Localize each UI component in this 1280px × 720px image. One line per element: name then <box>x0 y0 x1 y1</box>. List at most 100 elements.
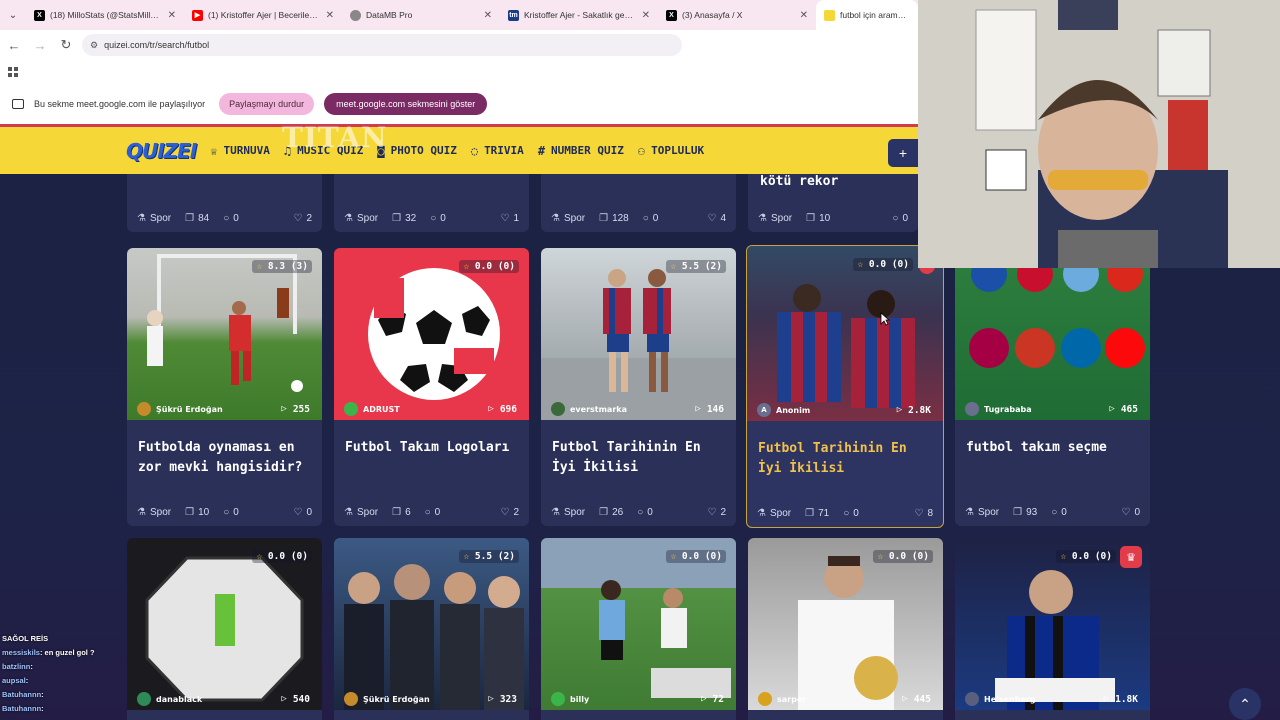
quiz-card[interactable]: kötü rekor ⚗ Spor ❐ 10 ○ 0 <box>748 174 918 232</box>
heart-icon: ♡ <box>293 212 303 224</box>
site-header: TITAN QUIZEI ♕ TURNUVA ♫ MUSIC QUIZ ◙ PHOTO… <box>0 121 918 174</box>
chat-line: Batuhannn: <box>2 704 44 713</box>
rating-badge: ☆ 0.0 (0) <box>1056 550 1116 563</box>
browser-tab[interactable]: X (3) Anasayfa / X ✕ <box>658 0 816 30</box>
url-input[interactable]: ⚙ quizei.com/tr/search/futbol <box>82 34 682 56</box>
forward-icon[interactable]: → <box>28 33 52 57</box>
quiz-thumbnail[interactable]: ☆ 0.0 (0) ADRUST ▷ 696 <box>334 248 529 420</box>
card-title[interactable]: futbol takım seçme <box>955 420 1150 498</box>
author-chip[interactable]: billy <box>551 688 589 710</box>
quiz-card[interactable]: ⚗ Spor ❐ 128 ○ 0 ♡ 4 <box>541 174 736 232</box>
chat-line: aupsal: <box>2 676 29 685</box>
quiz-card[interactable]: Tugrababa ▷ 465 futbol takım seçme ⚗ Spor … <box>955 248 1150 526</box>
x-icon: X <box>666 9 677 21</box>
quiz-card[interactable]: ☆ 0.0 (0) billy ▷ 72 <box>541 538 736 720</box>
questions-icon: ❐ <box>806 212 816 224</box>
browser-tab[interactable]: ▶ (1) Kristoffer Ajer | Beceriler ve H ✕ <box>184 0 342 30</box>
quiz-card[interactable]: ☆ 0.0 (0) sarper ▷ 445 <box>748 538 943 720</box>
browser-tab[interactable]: tm Kristoffer Ajer - Sakatlık geçmişi ✕ <box>500 0 658 30</box>
card-title[interactable]: Futbol Tarihinin En İyi İkilisi <box>541 420 736 498</box>
quiz-thumbnail[interactable]: ☆ 0.0 (0) ♛ Heisenberg ▷ 1.8K <box>955 538 1150 710</box>
mouse-cursor-icon <box>880 312 890 326</box>
author-chip[interactable]: ADRUST <box>344 398 400 420</box>
scroll-to-top-button[interactable]: ⌃ <box>1229 688 1261 720</box>
quiz-thumbnail[interactable]: Tugrababa ▷ 465 <box>955 248 1150 420</box>
avatar <box>965 692 979 706</box>
close-icon[interactable]: ✕ <box>484 10 492 21</box>
quiz-card[interactable]: ☆ 5.5 (2) everstmarka ▷ 146 Futbol Tarihi… <box>541 248 736 526</box>
nav-topluluk[interactable]: ⚇ TOPLULUK <box>638 144 704 158</box>
card-title[interactable]: Futbol Tarihinin En İyi İkilisi <box>747 421 943 499</box>
quiz-thumbnail[interactable]: ☆ 5.5 (2) Şükrü Erdoğan ▷ 323 <box>334 538 529 710</box>
crown-icon: ♛ <box>1120 546 1142 568</box>
quiz-card[interactable]: ☆ 5.5 (2) Şükrü Erdoğan ▷ 323 <box>334 538 529 720</box>
author-chip[interactable]: Şükrü Erdoğan <box>137 398 223 420</box>
quiz-thumbnail[interactable]: ☆ 0.0 (0) ≡ AAnonim ▷2.8K <box>747 246 943 421</box>
author-chip[interactable]: everstmarka <box>551 398 627 420</box>
card-title[interactable]: Futbol Takım Logoları <box>334 420 529 498</box>
card-title[interactable]: Futbolda oynaması en zor mevki hangisidi… <box>127 420 322 498</box>
reload-icon[interactable]: ↻ <box>54 33 78 57</box>
questions-icon: ❐ <box>599 212 609 224</box>
author-chip[interactable]: A Anonim <box>757 399 810 421</box>
back-icon[interactable]: ← <box>2 33 26 57</box>
author-chip[interactable]: sarper <box>758 688 806 710</box>
category-icon: ⚗ <box>551 506 560 518</box>
show-meet-tab-button[interactable]: meet.google.com sekmesini göster <box>324 93 488 115</box>
comment-icon: ○ <box>892 212 899 224</box>
questions-icon: ❐ <box>392 506 402 518</box>
quiz-thumbnail[interactable]: ☆ 5.5 (2) everstmarka ▷ 146 <box>541 248 736 420</box>
coaches-image <box>344 564 524 710</box>
datamb-icon <box>350 9 361 21</box>
tab-sharing-bar: Bu sekme meet.google.com ile paylaşılıyo… <box>0 84 918 124</box>
browser-tab-active[interactable]: futbol için arama sonu <box>816 0 918 30</box>
heart-icon: ♡ <box>293 506 303 518</box>
avatar <box>965 402 979 416</box>
heart-icon: ♡ <box>914 507 924 519</box>
site-logo[interactable]: QUIZEI <box>126 139 197 163</box>
comment-icon: ○ <box>223 506 230 518</box>
quiz-card-hovered[interactable]: ☆ 0.0 (0) ≡ AAnonim ▷2.8K Futbol Tarihin… <box>746 245 944 528</box>
close-icon[interactable]: ✕ <box>642 10 650 21</box>
questions-icon: ❐ <box>599 506 609 518</box>
users-icon: ⚇ <box>637 143 646 158</box>
apps-grid-icon[interactable] <box>8 67 18 77</box>
author-chip[interactable]: Heisenberg <box>965 688 1036 710</box>
quiz-card[interactable]: ☆ 0.0 (0) ADRUST ▷ 696 Futbol Takım Logol… <box>334 248 529 526</box>
close-icon[interactable]: ✕ <box>326 10 334 21</box>
card-footer: ⚗ Spor ❐ 6 ○ 0 ♡ 2 <box>344 506 519 518</box>
nav-photo-quiz[interactable]: ◙ PHOTO QUIZ <box>377 144 456 158</box>
stop-sharing-button[interactable]: Paylaşmayı durdur <box>219 93 315 115</box>
nav-number-quiz[interactable]: # NUMBER QUIZ <box>538 144 624 158</box>
nav-turnuva[interactable]: ♕ TURNUVA <box>210 144 270 158</box>
rating-badge: ☆ 0.0 (0) <box>666 550 726 563</box>
quiz-card[interactable]: ☆ 0.0 (0) ♛ Heisenberg ▷ 1.8K <box>955 538 1150 720</box>
quiz-thumbnail[interactable]: ☆ 8.3 (3) Şükrü Erdoğan ▷ 255 <box>127 248 322 420</box>
webcam-overlay <box>918 0 1280 268</box>
site-info-icon[interactable]: ⚙ <box>90 40 98 51</box>
avatar <box>137 402 151 416</box>
screen-share-icon <box>12 99 24 109</box>
play-icon: ▷ <box>695 404 701 414</box>
heart-icon: ♡ <box>500 506 510 518</box>
browser-tab[interactable]: DataMB Pro ✕ <box>342 0 500 30</box>
tab-search-icon[interactable]: ⌄ <box>0 0 26 30</box>
star-icon: ☆ <box>670 551 677 562</box>
avatar <box>344 692 358 706</box>
author-chip[interactable]: Şükrü Erdoğan <box>344 688 430 710</box>
nav-trivia[interactable]: ◌ TRIVIA <box>471 144 524 158</box>
create-quiz-button[interactable]: + <box>888 139 918 167</box>
quiz-thumbnail[interactable]: ☆ 0.0 (0) billy ▷ 72 <box>541 538 736 710</box>
close-icon[interactable]: ✕ <box>800 10 808 21</box>
quiz-thumbnail[interactable]: ☆ 0.0 (0) sarper ▷ 445 <box>748 538 943 710</box>
quiz-card[interactable]: ☆ 8.3 (3) Şükrü Erdoğan ▷ 255 Futbolda oy… <box>127 248 322 526</box>
quiz-card[interactable]: ⚗ Spor ❐ 84 ○ 0 ♡ 2 <box>127 174 322 232</box>
card-footer: ⚗ Spor ❐ 93 ○ 0 ♡ 0 <box>965 506 1140 518</box>
barca-players-image <box>777 284 915 408</box>
chat-line: SAĞOL REİS <box>2 634 49 643</box>
close-icon[interactable]: ✕ <box>168 10 176 21</box>
author-chip[interactable]: Tugrababa <box>965 398 1032 420</box>
browser-tab[interactable]: X (18) MilloStats (@StatsMillo) / X ✕ <box>26 0 184 30</box>
quiz-card[interactable]: ⚗ Spor ❐ 32 ○ 0 ♡ 1 <box>334 174 529 232</box>
chat-line: batzlinn: <box>2 662 33 671</box>
